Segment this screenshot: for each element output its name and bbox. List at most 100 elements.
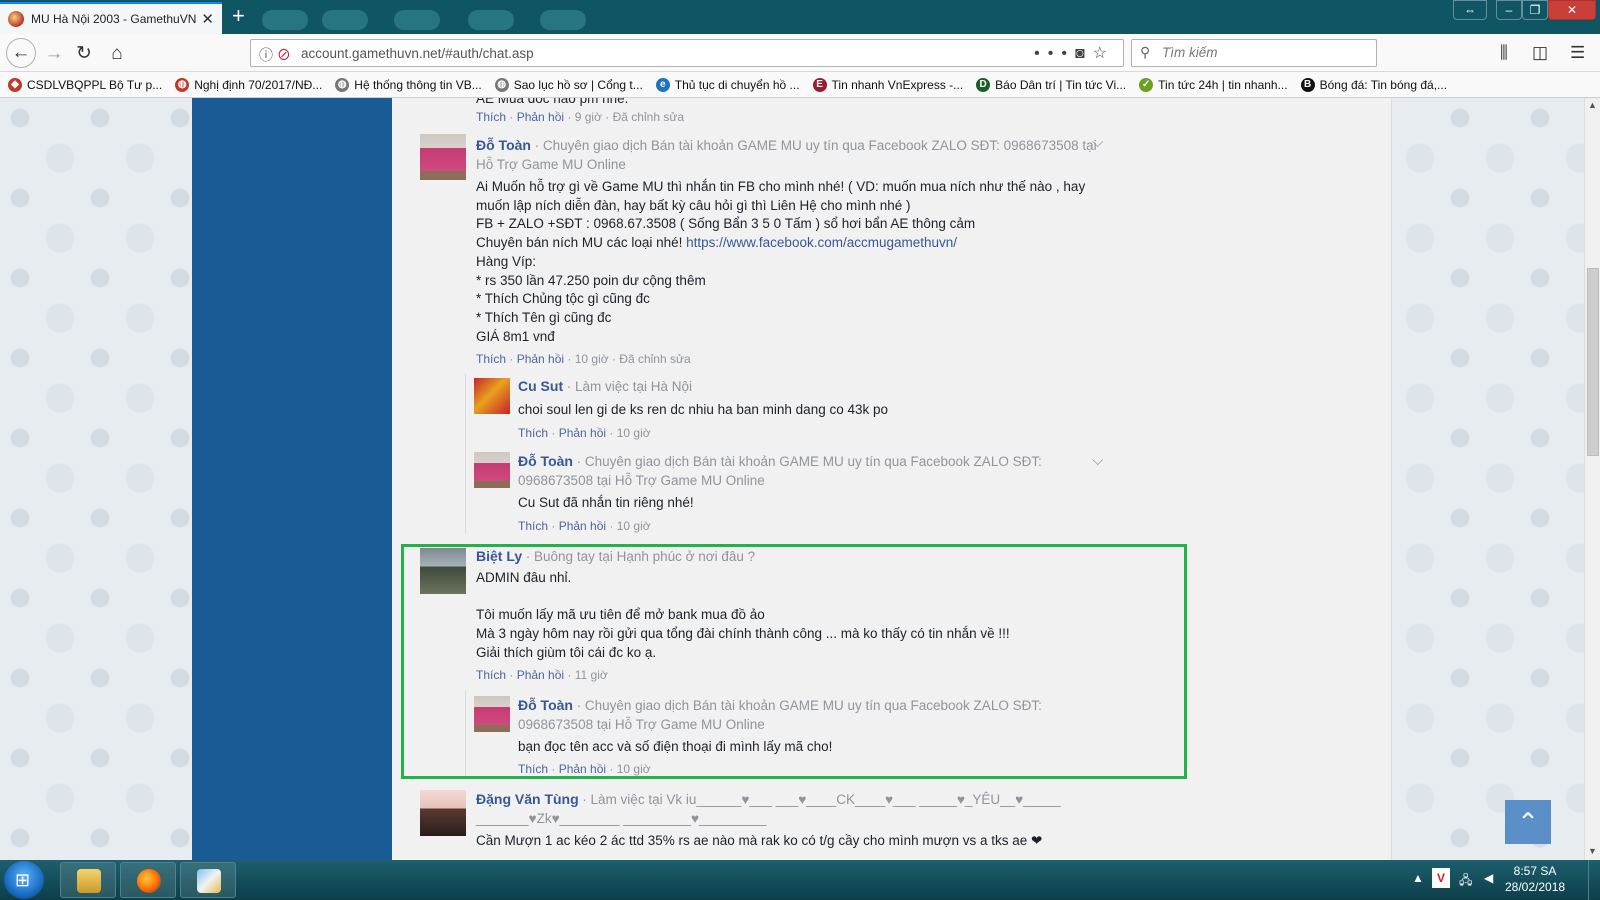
reply-link[interactable]: Phản hồi: [517, 110, 564, 124]
title-bar: MU Hà Nội 2003 - GamethuVN ✕ + ⇔ – ❐ ✕: [0, 0, 1600, 34]
page-scrollbar[interactable]: ▲ ▼: [1584, 98, 1600, 860]
bookmark-item[interactable]: B Bóng đá: Tin bóng đá,...: [1300, 77, 1447, 92]
sidebar-icon[interactable]: ◫: [1532, 43, 1548, 63]
taskbar-firefox[interactable]: [120, 862, 176, 898]
reply-link[interactable]: Phản hồi: [559, 519, 606, 533]
bookmark-label: CSDLVBQPPL Bộ Tư p...: [27, 77, 163, 92]
bookmark-item[interactable]: ◍ Nghị định 70/2017/NĐ...: [175, 77, 322, 92]
search-box[interactable]: ⚲: [1131, 39, 1377, 67]
commenter-name[interactable]: Đặng Văn Tùng: [476, 791, 579, 807]
comment-time: 10 giờ: [616, 519, 651, 533]
commenter-name[interactable]: Cu Sut: [518, 378, 563, 394]
network-icon[interactable]: 🖧: [1459, 871, 1472, 892]
like-link[interactable]: Thích: [518, 426, 548, 440]
check-icon: ✓: [1139, 77, 1154, 92]
reply-link[interactable]: Phản hồi: [559, 426, 606, 440]
minimize-icon[interactable]: –: [1496, 0, 1522, 20]
background-tab[interactable]: [394, 10, 440, 30]
site-favicon-icon: [8, 11, 24, 27]
b-icon: B: [1300, 77, 1315, 92]
comment-header: Đỗ Toàn · Chuyên giao dịch Bán tài khoản…: [476, 137, 1097, 172]
maximize-icon[interactable]: ❐: [1522, 0, 1548, 20]
firefox-icon: [137, 869, 161, 893]
bookmark-item[interactable]: ◍ Sao lục hồ sơ | Cổng t...: [494, 77, 643, 92]
bookmark-label: Thủ tục di chuyển hồ ...: [674, 77, 800, 92]
scroll-to-top-button[interactable]: ⌃: [1505, 800, 1551, 844]
comment-line: GIÁ 8m1 vnđ: [476, 328, 555, 344]
pocket-icon[interactable]: ◙: [1075, 45, 1093, 62]
paint-icon: [197, 869, 221, 893]
comment-header: Cu Sut · Làm việc tại Hà Nội: [518, 378, 693, 394]
taskbar-explorer[interactable]: [60, 862, 116, 898]
d-icon: D: [976, 77, 991, 92]
windows-taskbar: ⊞ ▲ V 🖧 ◀ 8:57 SA 28/02/2018: [0, 860, 1600, 900]
bookmark-item[interactable]: ◍ Hệ thống thông tin VB...: [335, 77, 482, 92]
like-link[interactable]: Thích: [518, 519, 548, 533]
system-clock[interactable]: 8:57 SA 28/02/2018: [1505, 863, 1565, 895]
avatar[interactable]: [420, 134, 466, 180]
globe-icon: ◍: [335, 77, 350, 92]
bookmark-label: Tin nhanh VnExpress -...: [831, 77, 964, 92]
chevron-down-icon[interactable]: ⌵: [1092, 452, 1103, 469]
bookmark-item[interactable]: ◆ CSDLVBQPPL Bộ Tư p...: [8, 77, 163, 92]
reload-icon[interactable]: ↻: [70, 40, 98, 68]
like-link[interactable]: Thích: [476, 110, 506, 124]
browser-tab-active[interactable]: MU Hà Nội 2003 - GamethuVN ✕: [0, 2, 222, 34]
url-text[interactable]: account.gamethuvn.net/#auth/chat.asp: [301, 46, 534, 61]
background-tab[interactable]: [468, 10, 514, 30]
start-button[interactable]: ⊞: [4, 861, 44, 899]
commenter-name[interactable]: Đỗ Toàn: [476, 137, 531, 153]
tray-expand-icon[interactable]: ▲: [1412, 871, 1424, 885]
bookmark-item[interactable]: E Tin nhanh VnExpress -...: [812, 77, 964, 92]
comment-line: Ai Muốn hỗ trợ gì về Game MU thì nhắn ti…: [476, 179, 1086, 194]
library-icon[interactable]: ⫼: [1500, 43, 1508, 63]
forward-arrow-icon[interactable]: →: [40, 40, 68, 68]
search-input[interactable]: [1162, 45, 1362, 60]
menu-hamburger-icon[interactable]: ☰: [1570, 43, 1585, 63]
address-bar[interactable]: ⓘ ⊘ account.gamethuvn.net/#auth/chat.asp…: [250, 39, 1124, 67]
edited-label: Đã chỉnh sửa: [619, 352, 691, 366]
avatar[interactable]: [420, 790, 466, 836]
shield-icon: ◆: [8, 77, 22, 92]
commenter-name[interactable]: Đỗ Toàn: [518, 453, 573, 469]
bookmark-item[interactable]: e Thủ tục di chuyển hồ ...: [655, 77, 800, 92]
comment-text: Cu Sut đã nhắn tin riêng nhé!: [518, 495, 694, 510]
site-info-icon[interactable]: ⓘ ⊘: [259, 45, 291, 65]
scroll-up-arrow-icon[interactable]: ▲: [1588, 100, 1597, 110]
bookmark-star-icon[interactable]: ☆: [1093, 45, 1115, 62]
show-desktop-button[interactable]: [1588, 860, 1600, 900]
commenter-subtitle-cont: 0968673508 tại Hỗ Trợ Game MU Online: [518, 473, 765, 488]
e-icon: E: [812, 77, 827, 92]
navigation-toolbar: ← → ↻ ⌂ ⓘ ⊘ account.gamethuvn.net/#auth/…: [0, 34, 1600, 72]
scroll-down-arrow-icon[interactable]: ▼: [1588, 846, 1597, 856]
comment-line: Hàng Víp:: [476, 253, 537, 269]
taskbar-paint[interactable]: [180, 862, 236, 898]
commenter-subtitle: Làm việc tại Hà Nội: [574, 379, 693, 394]
close-tab-icon[interactable]: ✕: [201, 10, 214, 28]
avatar[interactable]: [474, 378, 510, 414]
background-tab[interactable]: [322, 10, 368, 30]
unikey-v-icon[interactable]: V: [1432, 868, 1450, 888]
new-tab-icon[interactable]: +: [232, 4, 245, 28]
comment-time: 9 giờ: [574, 110, 602, 124]
home-icon[interactable]: ⌂: [103, 40, 131, 68]
background-tab[interactable]: [262, 10, 308, 30]
chevron-down-icon[interactable]: ⌵: [1092, 134, 1103, 151]
page-actions-icon[interactable]: •••: [1034, 45, 1075, 62]
bookmark-item[interactable]: D Báo Dân trí | Tin tức Vi...: [976, 77, 1126, 92]
restore-size-icon[interactable]: ⇔: [1453, 0, 1487, 20]
web-page: AE Mua đóc nào pm nhé. Thích · Phản hồi …: [0, 98, 1584, 860]
volume-icon[interactable]: ◀: [1484, 871, 1493, 885]
comment-text: Cần Mượn 1 ac kéo 2 ác ttd 35% rs ae nào…: [476, 833, 1043, 848]
background-tab[interactable]: [540, 10, 586, 30]
comment-header: Đỗ Toàn · Chuyên giao dịch Bán tài khoản…: [518, 453, 1042, 488]
facebook-link[interactable]: https://www.facebook.com/accmugamethuvn/: [686, 235, 957, 250]
avatar[interactable]: [474, 452, 510, 488]
bookmark-item[interactable]: ✓ Tin tức 24h | tin nhanh...: [1139, 77, 1288, 92]
back-arrow-icon[interactable]: ←: [6, 38, 36, 68]
scrollbar-thumb[interactable]: [1587, 268, 1599, 456]
reply-link[interactable]: Phản hồi: [517, 352, 564, 366]
comment-body: Ai Muốn hỗ trợ gì về Game MU thì nhắn ti…: [476, 178, 1136, 346]
close-window-icon[interactable]: ✕: [1548, 0, 1596, 20]
like-link[interactable]: Thích: [476, 352, 506, 366]
